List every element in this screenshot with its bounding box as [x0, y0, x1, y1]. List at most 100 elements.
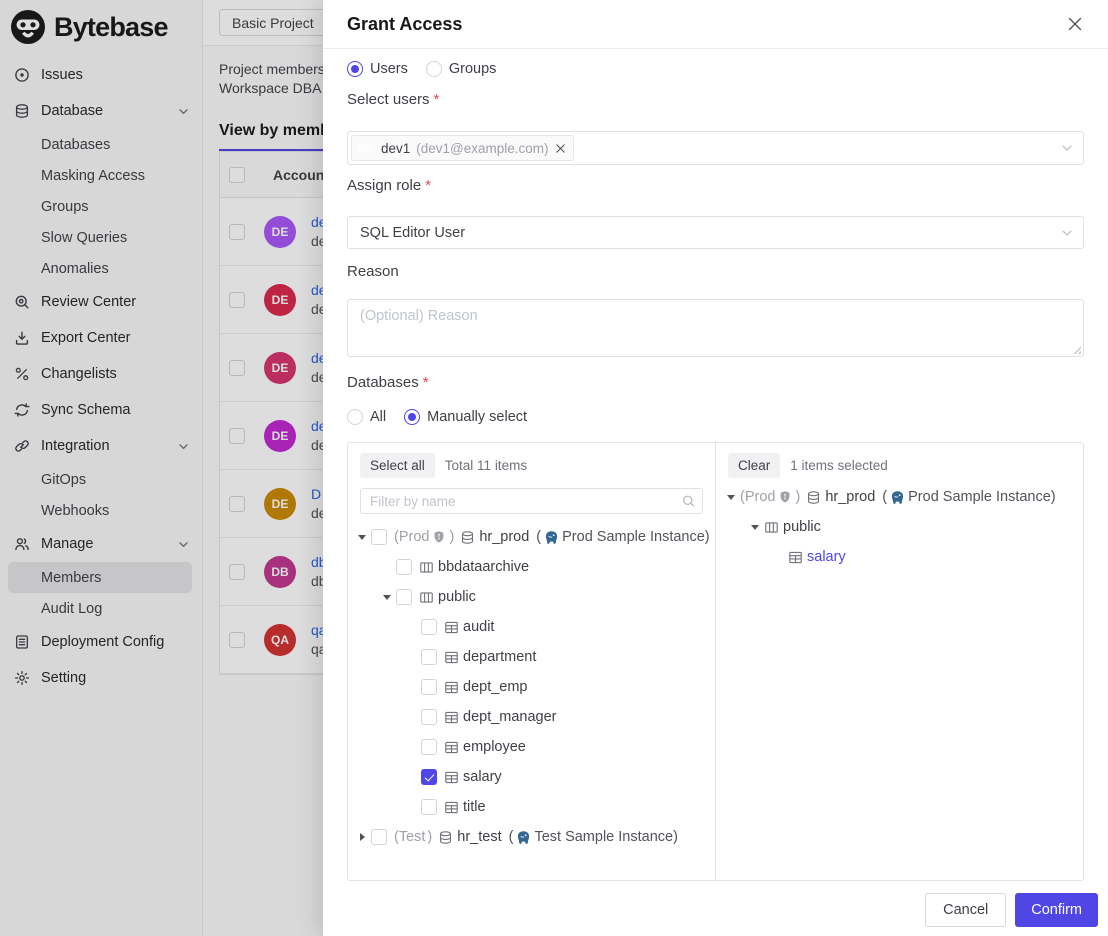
- postgres-icon: [890, 490, 905, 505]
- databases-label-text: Databases: [347, 374, 419, 391]
- tree-item-hr-prod[interactable]: (Prod) hr_prod ( Prod Sample Instance): [716, 482, 1083, 512]
- tree-item-employee[interactable]: employee: [348, 732, 715, 762]
- shield-icon: [432, 530, 446, 544]
- instance-text: Prod Sample Instance): [562, 529, 710, 545]
- tree-item-dept-emp[interactable]: dept_emp: [348, 672, 715, 702]
- modal-title: Grant Access: [347, 14, 462, 35]
- chip-user-name: dev1: [381, 141, 410, 156]
- close-icon[interactable]: [1066, 15, 1084, 33]
- checkbox[interactable]: [421, 799, 437, 815]
- required-mark: *: [434, 91, 440, 108]
- tree-item-name: bbdataarchive: [438, 559, 529, 575]
- required-mark: *: [423, 374, 429, 391]
- tree-item-hr-prod[interactable]: (Prod)hr_prod(Prod Sample Instance): [348, 522, 715, 552]
- caret-down-icon[interactable]: [722, 495, 740, 500]
- confirm-button[interactable]: Confirm: [1015, 893, 1098, 927]
- radio-label: Groups: [449, 61, 497, 77]
- shield-icon: [778, 490, 792, 504]
- tree-item-department[interactable]: department: [348, 642, 715, 672]
- filter-field: [360, 488, 703, 514]
- tree-item-name: hr_prod: [479, 529, 529, 545]
- table-icon: [444, 620, 459, 635]
- radio-manually-select[interactable]: Manually select: [404, 409, 527, 425]
- member-type-radio-group: Users Groups: [347, 61, 1084, 77]
- table-icon: [444, 800, 459, 815]
- instance-text: (: [882, 489, 887, 505]
- environment-text: (Test: [394, 829, 425, 845]
- instance-text: Prod Sample Instance): [908, 489, 1056, 505]
- tree-item-salary[interactable]: salary: [716, 542, 1083, 572]
- table-icon: [788, 550, 803, 565]
- tree-item-public[interactable]: public: [716, 512, 1083, 542]
- radio-label: Users: [370, 61, 408, 77]
- tree-item-title[interactable]: title: [348, 792, 715, 822]
- avatar: DE: [355, 138, 375, 158]
- reason-textarea[interactable]: [347, 299, 1084, 357]
- clear-button[interactable]: Clear: [728, 453, 780, 478]
- tree-item-name: salary: [463, 769, 502, 785]
- instance-text: (: [536, 529, 541, 545]
- tree-item-name: dept_manager: [463, 709, 557, 725]
- radio-selected-icon: [347, 61, 363, 77]
- table-icon: [444, 650, 459, 665]
- tree-item-name: hr_prod: [825, 489, 875, 505]
- checkbox[interactable]: [421, 679, 437, 695]
- checkbox[interactable]: [421, 619, 437, 635]
- reason-label-text: Reason: [347, 263, 399, 280]
- tree-item-salary[interactable]: salary: [348, 762, 715, 792]
- modal-footer: Cancel Confirm: [323, 881, 1108, 936]
- instance-label: (Test Sample Instance): [509, 829, 678, 845]
- table-icon: [444, 680, 459, 695]
- caret-down-icon[interactable]: [746, 525, 764, 530]
- assign-role-select[interactable]: SQL Editor User: [347, 216, 1084, 249]
- tree-item-bbdataarchive[interactable]: bbdataarchive: [348, 552, 715, 582]
- postgres-icon: [516, 830, 531, 845]
- tree-item-name: public: [783, 519, 821, 535]
- tree-item-public[interactable]: public: [348, 582, 715, 612]
- checkbox[interactable]: [421, 649, 437, 665]
- radio-users[interactable]: Users: [347, 61, 408, 77]
- radio-label: All: [370, 409, 386, 425]
- tree-item-hr-test[interactable]: (Test)hr_test(Test Sample Instance): [348, 822, 715, 852]
- tree-item-dept-manager[interactable]: dept_manager: [348, 702, 715, 732]
- database-tree: (Prod) hr_prod ( Prod Sample Instance) bbdat…: [348, 518, 715, 852]
- environment-text: (Prod: [394, 529, 429, 545]
- checkbox[interactable]: [396, 589, 412, 605]
- selected-count-text: 1 items selected: [790, 458, 888, 473]
- postgres-icon: [544, 530, 559, 545]
- environment-text: ): [795, 489, 800, 505]
- radio-icon: [347, 409, 363, 425]
- tree-item-audit[interactable]: audit: [348, 612, 715, 642]
- environment-label: (Prod): [740, 489, 800, 505]
- filter-by-name-input[interactable]: [360, 488, 703, 514]
- remove-user-icon[interactable]: [555, 143, 566, 154]
- reason-label: Reason: [347, 263, 1084, 280]
- assign-role-value: SQL Editor User: [360, 225, 465, 241]
- select-all-button[interactable]: Select all: [360, 453, 435, 478]
- environment-text: ): [427, 829, 432, 845]
- database-picker: Select all Total 11 items (Prod)hr_prod(…: [347, 442, 1084, 881]
- database-picker-selected: Clear 1 items selected (Prod)hr_prod(Pro…: [716, 443, 1083, 880]
- instance-text: Test Sample Instance): [534, 829, 677, 845]
- picker-right-header: Clear 1 items selected: [716, 443, 1083, 478]
- modal-body: UsersGroups Select users * DE dev1 (dev1…: [323, 49, 1108, 881]
- checkbox[interactable]: [396, 559, 412, 575]
- checkbox[interactable]: [421, 709, 437, 725]
- caret-down-icon[interactable]: [353, 535, 371, 540]
- checkbox[interactable]: [421, 769, 437, 785]
- checkbox[interactable]: [421, 739, 437, 755]
- cancel-button[interactable]: Cancel: [925, 893, 1006, 927]
- radio-all[interactable]: All: [347, 409, 386, 425]
- caret-down-icon[interactable]: [378, 595, 396, 600]
- environment-text: (Prod: [740, 489, 775, 505]
- radio-groups[interactable]: Groups: [426, 61, 497, 77]
- table-icon: [444, 740, 459, 755]
- checkbox[interactable]: [371, 529, 387, 545]
- select-users-input[interactable]: DE dev1 (dev1@example.com): [347, 131, 1084, 165]
- radio-selected-icon: [404, 409, 420, 425]
- checkbox[interactable]: [371, 829, 387, 845]
- caret-right-icon[interactable]: [353, 833, 371, 841]
- database-icon: [460, 530, 475, 545]
- tree-item-name: public: [438, 589, 476, 605]
- database-icon: [438, 830, 453, 845]
